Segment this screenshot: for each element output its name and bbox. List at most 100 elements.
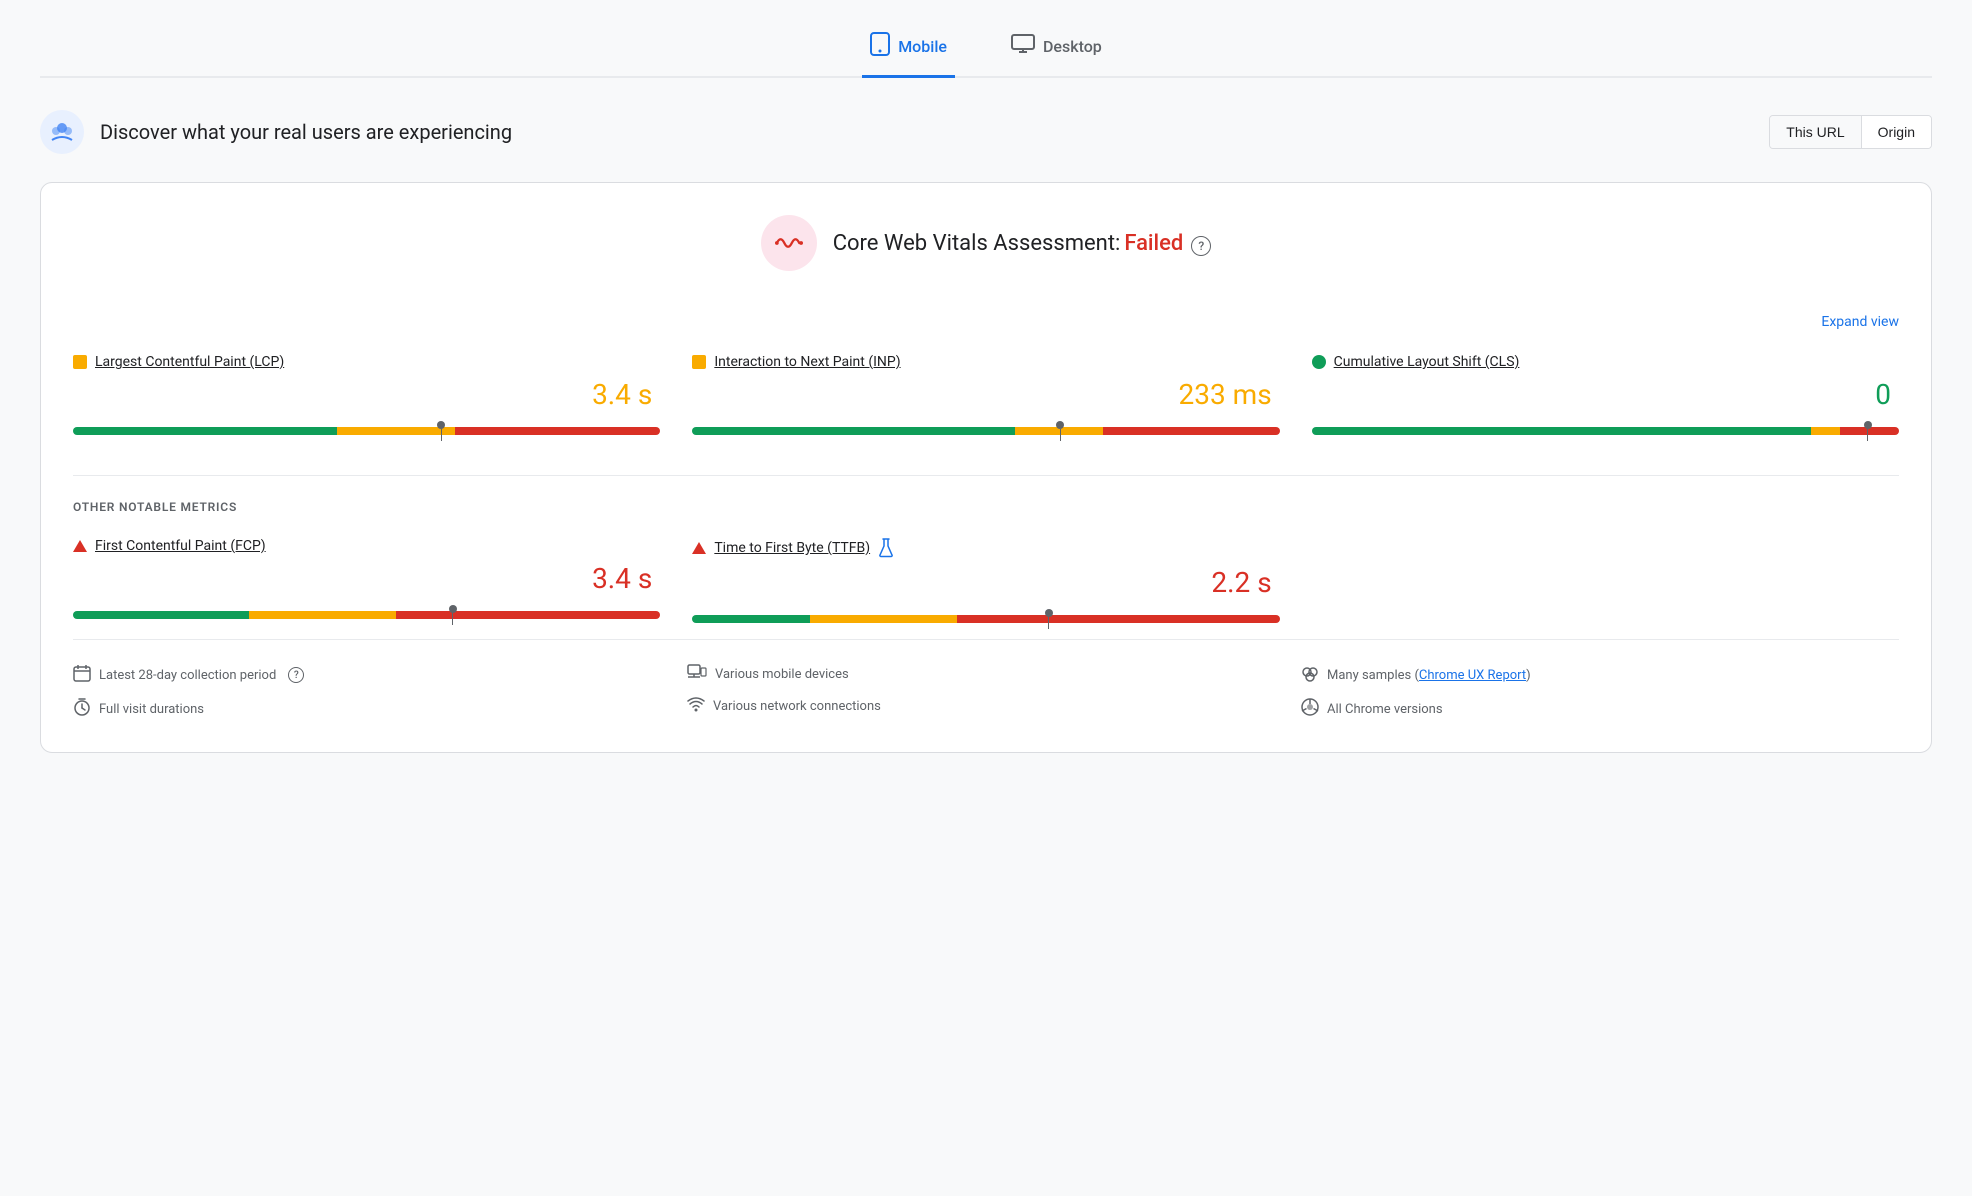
lcp-bar-wrapper	[73, 419, 660, 443]
footer-info: Latest 28-day collection period ? Full v…	[73, 639, 1899, 720]
ttfb-bar-orange	[810, 615, 957, 623]
ttfb-link[interactable]: Time to First Byte (TTFB)	[714, 540, 870, 556]
origin-button[interactable]: Origin	[1862, 116, 1931, 148]
fcp-value: 3.4 s	[73, 562, 660, 595]
fcp-triangle-icon	[73, 540, 87, 552]
footer-chrome-text: All Chrome versions	[1327, 702, 1443, 717]
url-toggle: This URL Origin	[1769, 115, 1932, 149]
footer-devices-text: Various mobile devices	[715, 667, 849, 682]
metric-inp-label: Interaction to Next Paint (INP)	[692, 354, 1279, 370]
assessment-title-text: Core Web Vitals Assessment:	[833, 231, 1121, 256]
fcp-bar-red	[396, 611, 660, 619]
desktop-icon	[1011, 34, 1035, 59]
footer-col-3: Many samples (Chrome UX Report) All Chro…	[1301, 664, 1899, 720]
lcp-link[interactable]: Largest Contentful Paint (LCP)	[95, 354, 284, 370]
fcp-progress-bar	[73, 611, 660, 619]
assessment-title-block: Core Web Vitals Assessment: Failed ?	[833, 231, 1212, 256]
footer-item-visits: Full visit durations	[73, 698, 671, 720]
mobile-icon	[870, 32, 890, 61]
flask-icon	[878, 538, 894, 558]
footer-item-samples: Many samples (Chrome UX Report)	[1301, 664, 1899, 686]
assessment-icon	[761, 215, 817, 271]
empty-col	[1312, 538, 1899, 631]
cls-value: 0	[1312, 378, 1899, 411]
tab-desktop-label: Desktop	[1043, 37, 1102, 56]
inp-marker	[1056, 423, 1064, 441]
header-section: Discover what your real users are experi…	[40, 102, 1932, 162]
assessment-help-icon[interactable]: ?	[1191, 236, 1211, 256]
inp-dot	[692, 355, 706, 369]
timer-icon	[73, 698, 91, 720]
cls-link[interactable]: Cumulative Layout Shift (CLS)	[1334, 354, 1520, 370]
cls-dot	[1312, 355, 1326, 369]
metric-inp: Interaction to Next Paint (INP) 233 ms	[692, 354, 1279, 443]
footer-col-1: Latest 28-day collection period ? Full v…	[73, 664, 671, 720]
cls-bar-orange	[1811, 427, 1840, 435]
header-avatar	[40, 110, 84, 154]
footer-item-devices: Various mobile devices	[687, 664, 1285, 684]
chrome-icon	[1301, 698, 1319, 720]
lcp-dot	[73, 355, 87, 369]
cls-marker	[1864, 423, 1872, 441]
calendar-icon	[73, 664, 91, 686]
metric-fcp-label: First Contentful Paint (FCP)	[73, 538, 660, 554]
inp-progress-bar	[692, 427, 1279, 435]
fcp-bar-orange	[249, 611, 396, 619]
cls-bar-wrapper	[1312, 419, 1899, 443]
other-metrics-label: OTHER NOTABLE METRICS	[73, 500, 1899, 514]
metrics-divider	[73, 475, 1899, 476]
cls-progress-bar	[1312, 427, 1899, 435]
tab-mobile[interactable]: Mobile	[862, 20, 955, 78]
footer-visits-text: Full visit durations	[99, 702, 204, 717]
core-metrics-grid: Largest Contentful Paint (LCP) 3.4 s	[73, 354, 1899, 443]
footer-samples-text: Many samples (Chrome UX Report)	[1327, 668, 1531, 683]
tab-desktop[interactable]: Desktop	[1003, 20, 1110, 78]
fcp-bar-green	[73, 611, 249, 619]
assessment-status: Failed	[1124, 231, 1183, 256]
inp-value: 233 ms	[692, 378, 1279, 411]
lcp-bar-green	[73, 427, 337, 435]
ttfb-progress-bar	[692, 615, 1279, 623]
this-url-button[interactable]: This URL	[1770, 116, 1861, 148]
fcp-link[interactable]: First Contentful Paint (FCP)	[95, 538, 266, 554]
ttfb-marker	[1045, 611, 1053, 629]
ttfb-bar-red	[957, 615, 1280, 623]
collection-help-icon[interactable]: ?	[288, 667, 304, 683]
metric-lcp-label: Largest Contentful Paint (LCP)	[73, 354, 660, 370]
footer-col-2: Various mobile devices Various network c…	[687, 664, 1285, 720]
ttfb-triangle-icon	[692, 542, 706, 554]
assessment-header: Core Web Vitals Assessment: Failed ?	[73, 215, 1899, 279]
inp-bar-wrapper	[692, 419, 1279, 443]
footer-network-text: Various network connections	[713, 699, 881, 714]
ttfb-value: 2.2 s	[692, 566, 1279, 599]
expand-view: Expand view	[73, 311, 1899, 330]
expand-view-link[interactable]: Expand view	[1821, 314, 1899, 330]
fcp-marker	[449, 607, 457, 625]
inp-bar-red	[1103, 427, 1279, 435]
header-left: Discover what your real users are experi…	[40, 110, 512, 154]
header-title: Discover what your real users are experi…	[100, 120, 512, 144]
metric-fcp: First Contentful Paint (FCP) 3.4 s	[73, 538, 660, 631]
metric-ttfb: Time to First Byte (TTFB) 2.2 s	[692, 538, 1279, 631]
devices-icon	[687, 664, 707, 684]
samples-icon	[1301, 664, 1319, 686]
footer-item-collection: Latest 28-day collection period ?	[73, 664, 671, 686]
metric-lcp: Largest Contentful Paint (LCP) 3.4 s	[73, 354, 660, 443]
lcp-bar-red	[455, 427, 661, 435]
tab-bar: Mobile Desktop	[40, 20, 1932, 78]
chrome-ux-link[interactable]: Chrome UX Report	[1419, 668, 1526, 683]
metric-cls: Cumulative Layout Shift (CLS) 0	[1312, 354, 1899, 443]
footer-item-network: Various network connections	[687, 696, 1285, 716]
network-icon	[687, 696, 705, 716]
inp-bar-green	[692, 427, 1015, 435]
main-card: Core Web Vitals Assessment: Failed ? Exp…	[40, 182, 1932, 753]
lcp-value: 3.4 s	[73, 378, 660, 411]
lcp-progress-bar	[73, 427, 660, 435]
footer-collection-text: Latest 28-day collection period	[99, 668, 276, 683]
metric-cls-label: Cumulative Layout Shift (CLS)	[1312, 354, 1899, 370]
lcp-marker	[437, 423, 445, 441]
inp-link[interactable]: Interaction to Next Paint (INP)	[714, 354, 900, 370]
other-metrics-grid: First Contentful Paint (FCP) 3.4 s	[73, 538, 1899, 631]
tab-mobile-label: Mobile	[898, 37, 947, 56]
fcp-bar-wrapper	[73, 603, 660, 627]
